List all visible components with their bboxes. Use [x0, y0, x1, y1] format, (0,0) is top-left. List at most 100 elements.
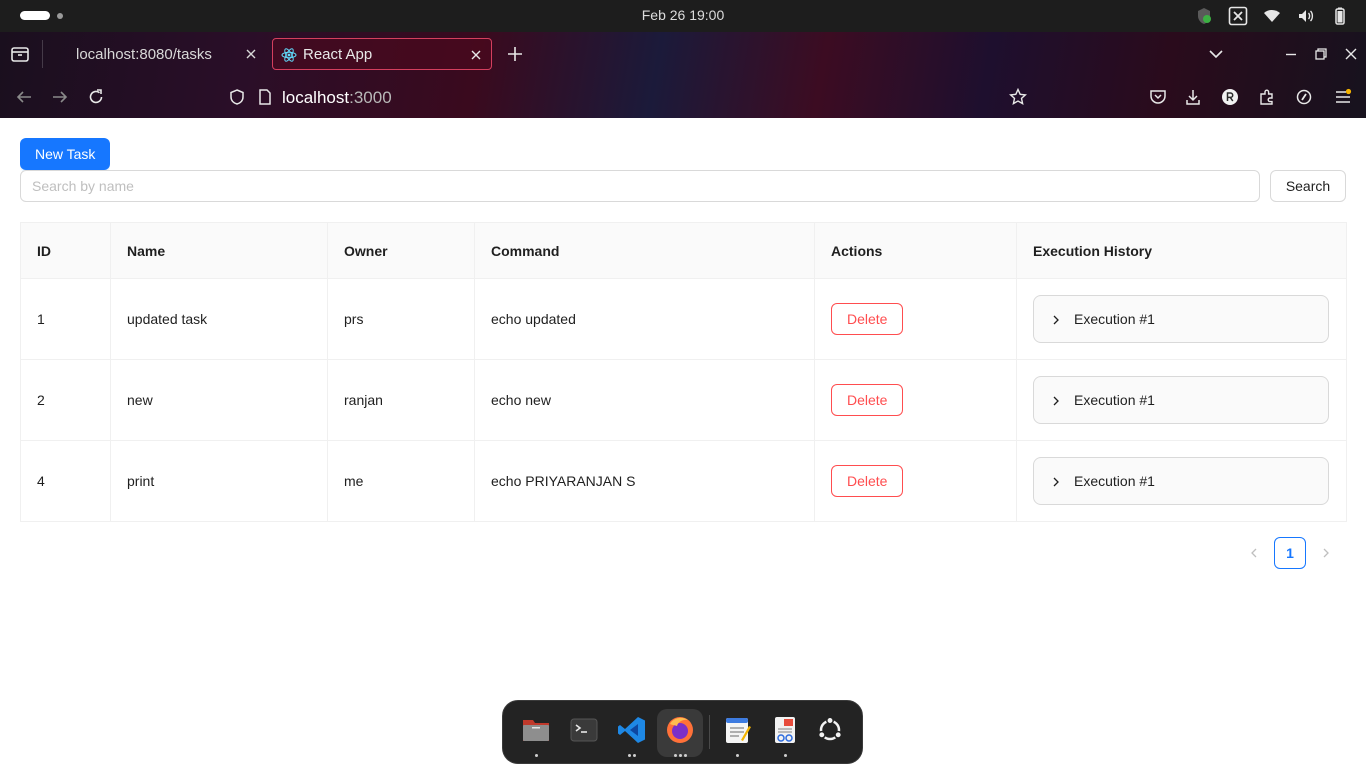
delete-button[interactable]: Delete	[831, 303, 904, 335]
cell-execution-history: Execution #1	[1016, 359, 1347, 441]
firefox-view-icon[interactable]	[8, 42, 32, 66]
document-viewer-icon	[775, 717, 795, 743]
app-grid-icon	[817, 716, 843, 741]
cell-command: echo PRIYARANJAN S	[474, 440, 815, 522]
extensions-icon[interactable]	[1258, 88, 1276, 106]
system-top-bar: Feb 26 19:00	[0, 0, 1366, 32]
cell-id: 2	[20, 359, 111, 441]
tracking-protection-shield-icon[interactable]	[228, 88, 246, 106]
running-indicator	[657, 754, 703, 757]
account-avatar-icon[interactable]	[1221, 88, 1239, 106]
table-row: 4 print me echo PRIYARANJAN S Delete Exe…	[20, 440, 1347, 522]
pagination: 1	[1238, 537, 1342, 569]
dock-text-editor[interactable]	[714, 709, 760, 757]
files-icon	[523, 720, 549, 741]
column-header-execution-history: Execution History	[1016, 222, 1347, 279]
list-all-tabs-chevron-icon[interactable]	[1208, 46, 1224, 62]
shield-status-icon[interactable]	[1194, 6, 1214, 26]
new-tab-plus-icon[interactable]	[505, 44, 525, 64]
column-header-command: Command	[474, 222, 815, 279]
url-bar[interactable]: localhost:3000	[222, 80, 1042, 114]
dock-terminal[interactable]	[561, 709, 607, 757]
search-button[interactable]: Search	[1270, 170, 1346, 202]
system-tray[interactable]	[1194, 6, 1350, 26]
minimize-icon[interactable]	[1283, 46, 1299, 62]
execution-label: Execution #1	[1074, 392, 1155, 408]
execution-collapse-header[interactable]: Execution #1	[1033, 376, 1329, 424]
reload-icon[interactable]	[87, 88, 105, 106]
cell-command: echo new	[474, 359, 815, 441]
delete-button[interactable]: Delete	[831, 384, 904, 416]
dock-show-apps[interactable]	[807, 709, 853, 757]
text-editor-icon	[726, 718, 751, 743]
forward-arrow-icon[interactable]	[51, 88, 69, 106]
tab-bar: localhost:8080/tasks React App	[0, 32, 1366, 76]
column-header-id: ID	[20, 222, 111, 279]
new-task-button[interactable]: New Task	[20, 138, 111, 170]
page-content: New Task Search ID Name Owner Command Ac…	[0, 118, 1366, 768]
battery-icon[interactable]	[1330, 6, 1350, 26]
url-host: localhost	[282, 88, 350, 107]
column-header-owner: Owner	[327, 222, 475, 279]
navigation-bar: localhost:3000	[0, 76, 1366, 118]
tab-close-icon[interactable]	[469, 48, 483, 62]
table-row: 2 new ranjan echo new Delete Execution #…	[20, 359, 1347, 441]
tab-title: React App	[303, 45, 373, 63]
execution-label: Execution #1	[1074, 473, 1155, 489]
running-indicator	[762, 754, 808, 757]
tab-close-icon[interactable]	[244, 47, 258, 61]
app-menu-icon[interactable]	[1334, 88, 1352, 106]
pocket-icon[interactable]	[1149, 88, 1167, 106]
x-app-icon[interactable]	[1228, 6, 1248, 26]
execution-collapse-header[interactable]: Execution #1	[1033, 457, 1329, 505]
tab-localhost-8080[interactable]: localhost:8080/tasks	[62, 38, 266, 70]
prev-page-icon[interactable]	[1238, 537, 1270, 569]
url-text[interactable]: localhost:3000	[282, 88, 392, 108]
next-page-icon[interactable]	[1310, 537, 1342, 569]
volume-icon[interactable]	[1296, 6, 1316, 26]
back-arrow-icon[interactable]	[15, 88, 33, 106]
dock-files[interactable]	[513, 709, 559, 757]
restore-icon[interactable]	[1313, 46, 1329, 62]
chevron-right-icon	[1050, 475, 1062, 487]
running-indicator	[513, 754, 559, 757]
wifi-icon[interactable]	[1262, 6, 1282, 26]
page-item-current[interactable]: 1	[1274, 537, 1306, 569]
browser-chrome: localhost:8080/tasks React App localhost…	[0, 32, 1366, 118]
column-header-name: Name	[110, 222, 328, 279]
delete-button[interactable]: Delete	[831, 465, 904, 497]
cell-actions: Delete	[814, 278, 1017, 360]
extension-pin-icon[interactable]	[1295, 88, 1313, 106]
cell-owner: prs	[327, 278, 475, 360]
cell-command: echo updated	[474, 278, 815, 360]
execution-label: Execution #1	[1074, 311, 1155, 327]
tab-separator	[42, 40, 43, 68]
close-window-icon[interactable]	[1343, 46, 1359, 62]
dock-vscode[interactable]	[609, 709, 655, 757]
page-info-icon[interactable]	[256, 88, 274, 106]
react-favicon-icon	[281, 47, 297, 63]
cell-owner: ranjan	[327, 359, 475, 441]
running-indicator	[714, 754, 760, 757]
execution-collapse-header[interactable]: Execution #1	[1033, 295, 1329, 343]
dock-firefox[interactable]	[657, 709, 703, 757]
dock-document-viewer[interactable]	[762, 709, 808, 757]
vscode-icon	[618, 717, 645, 743]
tasks-table: ID Name Owner Command Actions Execution …	[20, 222, 1347, 522]
dock	[502, 700, 863, 764]
cell-execution-history: Execution #1	[1016, 278, 1347, 360]
clock[interactable]: Feb 26 19:00	[0, 7, 1366, 23]
dock-separator	[709, 715, 710, 749]
chevron-right-icon	[1050, 313, 1062, 325]
search-input[interactable]	[20, 170, 1260, 202]
cell-id: 4	[20, 440, 111, 522]
column-header-actions: Actions	[814, 222, 1017, 279]
chevron-right-icon	[1050, 394, 1062, 406]
terminal-icon	[570, 718, 598, 742]
cell-actions: Delete	[814, 440, 1017, 522]
cell-actions: Delete	[814, 359, 1017, 441]
table-row: 1 updated task prs echo updated Delete E…	[20, 278, 1347, 360]
downloads-icon[interactable]	[1184, 88, 1202, 106]
bookmark-star-icon[interactable]	[1008, 87, 1028, 106]
tab-react-app[interactable]: React App	[272, 38, 492, 70]
